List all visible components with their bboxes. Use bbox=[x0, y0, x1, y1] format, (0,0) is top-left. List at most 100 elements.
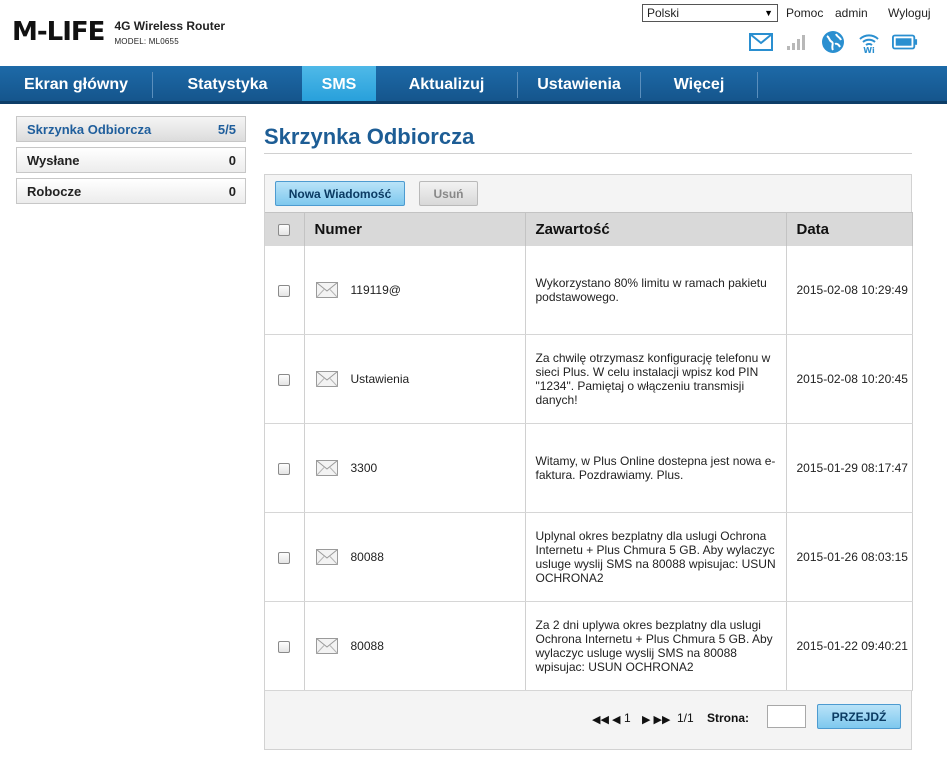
date-cell: 2015-02-08 10:20:45 bbox=[786, 334, 913, 424]
nav-item-home[interactable]: Ekran główny bbox=[0, 66, 152, 101]
column-header-number[interactable]: Numer bbox=[304, 212, 526, 246]
sidebar-item-sent[interactable]: Wysłane 0 bbox=[16, 147, 246, 173]
header: M-LIFE 4G Wireless Router MODEL: ML0655 … bbox=[0, 0, 947, 66]
go-button[interactable]: PRZEJDŹ bbox=[817, 704, 901, 729]
svg-text:Wi: Wi bbox=[863, 46, 875, 54]
table-row[interactable]: 80088 Za 2 dni uplywa okres bezplatny dla… bbox=[265, 601, 913, 691]
row-select-cell bbox=[265, 423, 305, 513]
table-row[interactable]: 3300 Witamy, w Plus Online dostepna jest … bbox=[265, 423, 913, 513]
row-select-cell bbox=[265, 245, 305, 335]
column-header-date[interactable]: Data bbox=[786, 212, 913, 246]
new-message-button[interactable]: Nowa Wiadomość bbox=[275, 181, 405, 206]
page-total: 1/1 bbox=[677, 711, 694, 725]
globe-icon bbox=[820, 30, 846, 54]
user-name: admin bbox=[835, 6, 868, 20]
message-list: 119119@ Wykorzystano 80% limitu w ramach … bbox=[265, 245, 913, 691]
pager-nav-right: ▶ ▶▶ bbox=[642, 713, 670, 726]
number-cell[interactable]: Ustawienia bbox=[304, 334, 526, 424]
sidebar-item-count: 5/5 bbox=[217, 121, 236, 137]
sidebar-item-drafts[interactable]: Robocze 0 bbox=[16, 178, 246, 204]
number-cell[interactable]: 119119@ bbox=[304, 245, 526, 335]
sidebar-item-label: Wysłane bbox=[27, 152, 80, 168]
nav-item-update[interactable]: Aktualizuj bbox=[376, 66, 517, 101]
table-row[interactable]: 119119@ Wykorzystano 80% limitu w ramach … bbox=[265, 245, 913, 335]
sender-number: 3300 bbox=[350, 461, 378, 475]
status-icons: Wi bbox=[748, 30, 928, 54]
sidebar-item-inbox[interactable]: Skrzynka Odbiorcza 5/5 bbox=[16, 116, 246, 142]
content-cell[interactable]: Uplynal okres bezplatny dla uslugi Ochro… bbox=[525, 512, 787, 602]
date-cell: 2015-01-22 09:40:21 bbox=[786, 601, 913, 691]
message-panel: Nowa Wiadomość Usuń Numer Zawartość Data… bbox=[264, 174, 913, 750]
nav-item-statistics[interactable]: Statystyka bbox=[153, 66, 302, 101]
language-select[interactable]: Polski ▼ bbox=[642, 4, 778, 22]
next-page-icon[interactable]: ▶ bbox=[642, 713, 650, 726]
content-cell[interactable]: Wykorzystano 80% limitu w ramach pakietu… bbox=[525, 245, 787, 335]
envelope-icon bbox=[315, 549, 338, 565]
row-select-cell bbox=[265, 601, 305, 691]
toolbar: Nowa Wiadomość Usuń bbox=[265, 175, 911, 212]
table-row[interactable]: Ustawienia Za chwilę otrzymasz konfigurac… bbox=[265, 334, 913, 424]
number-cell[interactable]: 80088 bbox=[304, 512, 526, 602]
envelope-icon bbox=[315, 281, 338, 298]
column-header-content[interactable]: Zawartość bbox=[525, 212, 787, 246]
row-checkbox[interactable] bbox=[278, 373, 291, 386]
logo: M-LIFE 4G Wireless Router MODEL: ML0655 bbox=[12, 18, 225, 46]
help-link[interactable]: Pomoc bbox=[786, 6, 823, 20]
row-checkbox[interactable] bbox=[278, 462, 291, 475]
envelope-icon bbox=[315, 371, 338, 387]
date-cell: 2015-02-08 10:29:49 bbox=[786, 245, 913, 335]
logo-mark: M-LIFE bbox=[12, 17, 105, 47]
sidebar: Skrzynka Odbiorcza 5/5 Wysłane 0 Robocze… bbox=[16, 116, 246, 209]
battery-icon bbox=[892, 30, 918, 54]
logout-link[interactable]: Wyloguj bbox=[888, 6, 931, 20]
last-page-icon[interactable]: ▶▶ bbox=[654, 713, 671, 726]
date-cell: 2015-01-26 08:03:15 bbox=[786, 512, 913, 602]
sender-number: Ustawienia bbox=[350, 372, 410, 386]
chevron-down-icon: ▼ bbox=[764, 8, 773, 18]
row-checkbox[interactable] bbox=[278, 640, 291, 653]
title-divider bbox=[264, 153, 912, 154]
message-table: Numer Zawartość Data 119119@ Wykorzystano… bbox=[265, 212, 913, 691]
page-number-input[interactable] bbox=[767, 705, 806, 728]
nav-item-more[interactable]: Więcej bbox=[641, 66, 757, 101]
envelope-icon bbox=[315, 638, 338, 654]
model-label: MODEL: ML0655 bbox=[114, 37, 179, 46]
content-cell[interactable]: Witamy, w Plus Online dostepna jest nowa… bbox=[525, 423, 787, 513]
row-select-cell bbox=[265, 512, 305, 602]
row-checkbox[interactable] bbox=[278, 284, 291, 297]
product-title: 4G Wireless Router bbox=[114, 19, 226, 33]
nav-item-sms[interactable]: SMS bbox=[302, 66, 376, 101]
row-checkbox[interactable] bbox=[278, 551, 291, 564]
sender-number: 119119@ bbox=[350, 282, 401, 297]
first-page-icon[interactable]: ◀◀ bbox=[592, 713, 609, 726]
table-header-row: Numer Zawartość Data bbox=[265, 212, 913, 246]
content-cell[interactable]: Za 2 dni uplywa okres bezplatny dla uslu… bbox=[525, 601, 787, 691]
sender-number: 80088 bbox=[350, 639, 384, 653]
current-page[interactable]: 1 bbox=[624, 711, 631, 725]
envelope-icon[interactable] bbox=[748, 30, 774, 54]
delete-button[interactable]: Usuń bbox=[419, 181, 478, 206]
select-all-checkbox[interactable] bbox=[278, 223, 291, 236]
main-nav: Ekran główny Statystyka SMS Aktualizuj U… bbox=[0, 66, 947, 104]
table-row[interactable]: 80088 Uplynal okres bezplatny dla uslugi … bbox=[265, 512, 913, 602]
page-label: Strona: bbox=[707, 711, 749, 725]
wifi-icon: Wi bbox=[856, 30, 882, 54]
envelope-icon bbox=[315, 460, 338, 476]
pagination: ◀◀ ◀ 1 ▶ ▶▶ 1/1 Strona: PRZEJDŹ bbox=[265, 691, 911, 749]
sender-number: 80088 bbox=[350, 550, 384, 564]
number-cell[interactable]: 3300 bbox=[304, 423, 526, 513]
row-select-cell bbox=[265, 334, 305, 424]
date-cell: 2015-01-29 08:17:47 bbox=[786, 423, 913, 513]
select-all-cell bbox=[265, 212, 305, 246]
nav-item-settings[interactable]: Ustawienia bbox=[518, 66, 640, 101]
previous-page-icon[interactable]: ◀ bbox=[612, 713, 620, 726]
nav-divider bbox=[757, 72, 758, 98]
sidebar-item-count: 0 bbox=[228, 183, 236, 199]
sidebar-item-count: 0 bbox=[228, 152, 236, 168]
language-value: Polski bbox=[647, 6, 680, 20]
pager-nav-left: ◀◀ ◀ bbox=[592, 713, 620, 726]
sidebar-item-label: Skrzynka Odbiorcza bbox=[27, 121, 152, 137]
signal-icon bbox=[784, 30, 810, 54]
content-cell[interactable]: Za chwilę otrzymasz konfigurację telefon… bbox=[525, 334, 787, 424]
number-cell[interactable]: 80088 bbox=[304, 601, 526, 691]
